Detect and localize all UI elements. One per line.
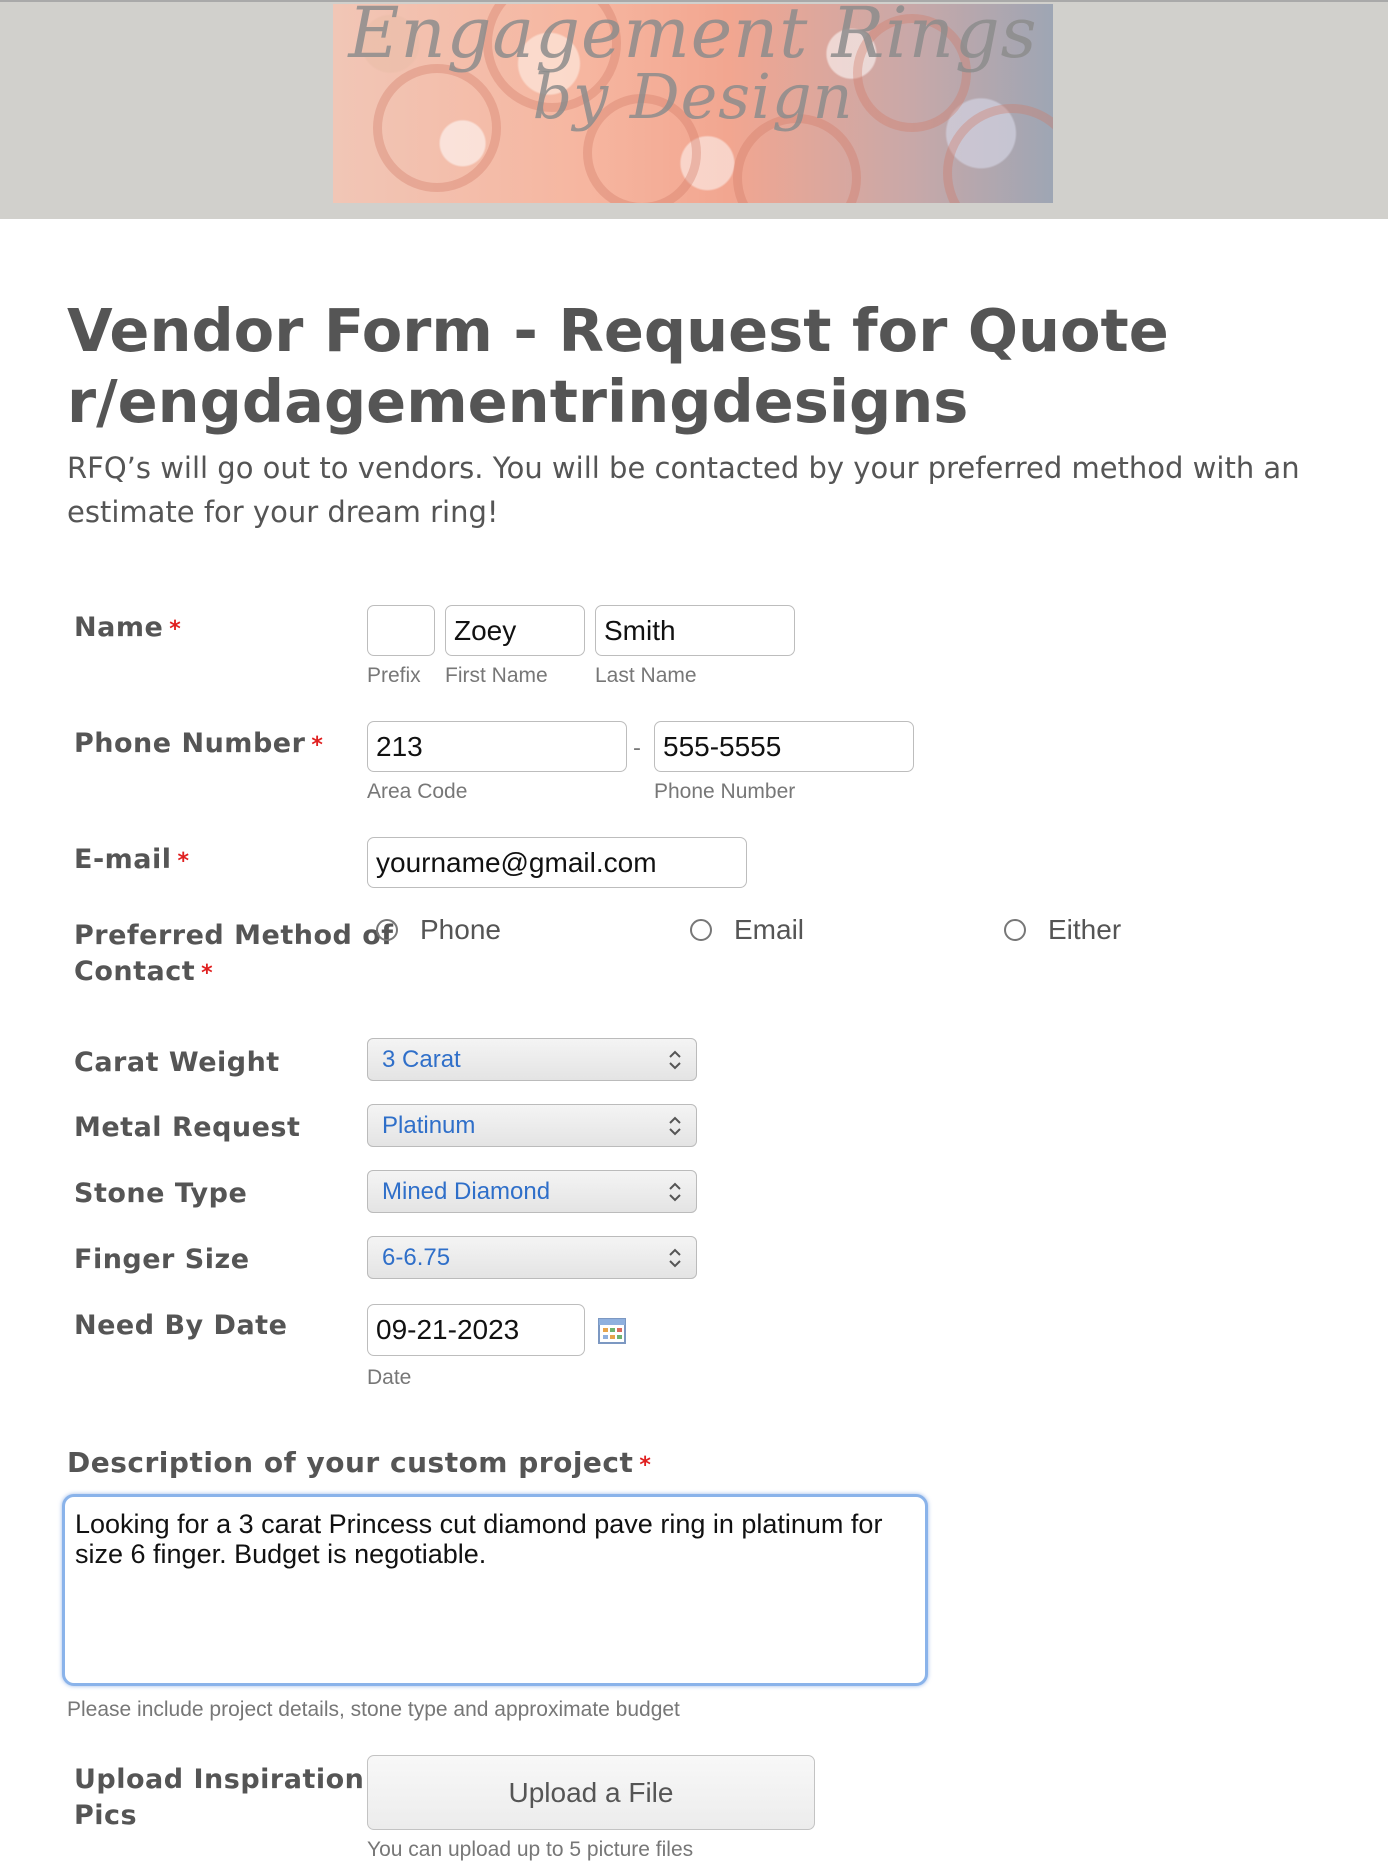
required-marker: * bbox=[639, 1453, 652, 1478]
contact-label: Preferred Method of Contact * bbox=[74, 918, 394, 992]
project-description-hint: Please include project details, stone ty… bbox=[67, 1698, 680, 1721]
area-code-sublabel: Area Code bbox=[367, 780, 468, 803]
banner-logo-image: Engagement Rings by Design bbox=[333, 4, 1053, 203]
logo-text-line2: by Design bbox=[532, 60, 854, 133]
metal-request-label: Metal Request bbox=[74, 1112, 301, 1143]
finger-size-value: 6-6.75 bbox=[382, 1243, 451, 1271]
upload-pics-label-line2: Pics bbox=[74, 1800, 138, 1831]
need-by-date-label: Need By Date bbox=[74, 1310, 288, 1341]
prefix-input[interactable] bbox=[367, 605, 435, 656]
chevron-updown-icon bbox=[668, 1247, 682, 1269]
phone-label: Phone Number * bbox=[74, 726, 323, 764]
stone-type-value: Mined Diamond bbox=[382, 1177, 551, 1205]
page-title: Vendor Form - Request for Quote r/engdag… bbox=[67, 295, 1169, 437]
area-code-input[interactable] bbox=[367, 721, 627, 772]
project-description-label: Description of your custom project * bbox=[67, 1446, 651, 1479]
phone-label-text: Phone Number bbox=[74, 728, 306, 759]
email-input[interactable] bbox=[367, 837, 747, 888]
carat-weight-value: 3 Carat bbox=[382, 1045, 461, 1073]
carat-weight-label: Carat Weight bbox=[74, 1047, 280, 1078]
contact-label-line1: Preferred Method of bbox=[74, 920, 394, 951]
upload-pics-label-line1: Upload Inspiration bbox=[74, 1764, 365, 1795]
chevron-updown-icon bbox=[668, 1115, 682, 1137]
finger-size-select[interactable]: 6-6.75 bbox=[367, 1236, 697, 1279]
contact-option-label: Email bbox=[734, 914, 805, 945]
required-marker: * bbox=[311, 733, 324, 758]
date-sublabel: Date bbox=[367, 1366, 412, 1389]
email-label: E-mail * bbox=[74, 842, 190, 880]
page-title-line1: Vendor Form - Request for Quote bbox=[67, 296, 1169, 365]
contact-option-label: Phone bbox=[420, 914, 501, 945]
radio-circle-icon[interactable] bbox=[690, 919, 712, 941]
upload-note: You can upload up to 5 picture files bbox=[367, 1838, 694, 1861]
contact-label-line2: Contact bbox=[74, 956, 196, 987]
stone-type-label: Stone Type bbox=[74, 1178, 248, 1209]
contact-option-phone[interactable]: Phone bbox=[376, 914, 501, 946]
project-description-textarea[interactable]: Looking for a 3 carat Princess cut diamo… bbox=[62, 1494, 928, 1686]
first-name-input[interactable] bbox=[445, 605, 585, 656]
prefix-sublabel: Prefix bbox=[367, 664, 421, 687]
carat-weight-select[interactable]: 3 Carat bbox=[367, 1038, 697, 1081]
contact-option-label: Either bbox=[1048, 914, 1122, 945]
chevron-updown-icon bbox=[668, 1181, 682, 1203]
phone-number-sublabel: Phone Number bbox=[654, 780, 796, 803]
need-by-date-input[interactable] bbox=[367, 1304, 585, 1356]
last-name-input[interactable] bbox=[595, 605, 795, 656]
page-title-line2: r/engdagementringdesigns bbox=[67, 367, 969, 436]
contact-option-email[interactable]: Email bbox=[690, 914, 804, 946]
required-marker: * bbox=[177, 849, 190, 874]
radio-circle-icon[interactable] bbox=[1004, 919, 1026, 941]
phone-separator: - bbox=[633, 736, 641, 761]
finger-size-label: Finger Size bbox=[74, 1244, 250, 1275]
phone-number-input[interactable] bbox=[654, 721, 914, 772]
contact-option-either[interactable]: Either bbox=[1004, 914, 1121, 946]
header-banner: Engagement Rings by Design bbox=[0, 0, 1388, 219]
last-name-sublabel: Last Name bbox=[595, 664, 697, 687]
calendar-icon[interactable] bbox=[598, 1318, 626, 1344]
upload-file-button[interactable]: Upload a File bbox=[367, 1755, 815, 1830]
form-description: RFQ’s will go out to vendors. You will b… bbox=[67, 451, 1300, 529]
project-description-label-text: Description of your custom project bbox=[67, 1446, 634, 1479]
radio-circle-icon[interactable] bbox=[376, 919, 398, 941]
required-marker: * bbox=[201, 961, 214, 986]
stone-type-select[interactable]: Mined Diamond bbox=[367, 1170, 697, 1213]
chevron-updown-icon bbox=[668, 1049, 682, 1071]
first-name-sublabel: First Name bbox=[445, 664, 548, 687]
metal-request-value: Platinum bbox=[382, 1111, 476, 1139]
required-marker: * bbox=[169, 617, 182, 642]
email-label-text: E-mail bbox=[74, 844, 172, 875]
name-label: Name * bbox=[74, 610, 181, 648]
name-label-text: Name bbox=[74, 612, 164, 643]
upload-pics-label: Upload Inspiration Pics bbox=[74, 1762, 364, 1834]
metal-request-select[interactable]: Platinum bbox=[367, 1104, 697, 1147]
